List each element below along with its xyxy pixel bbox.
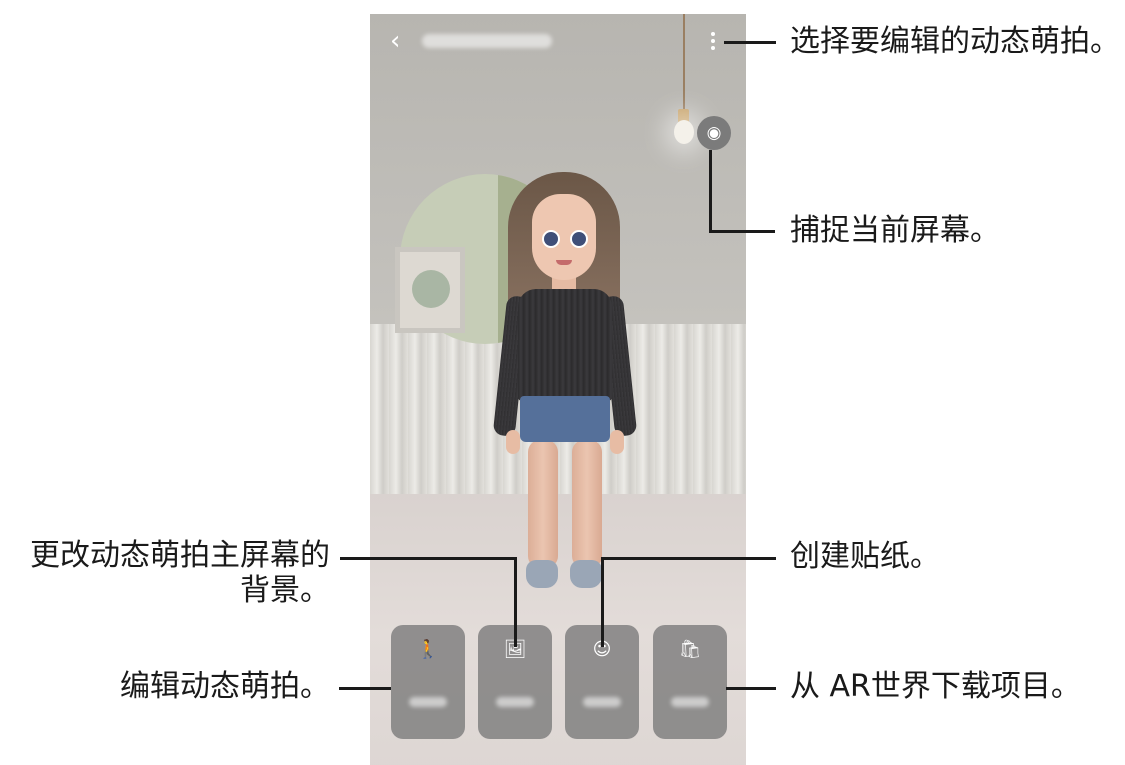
leader-line-capture-h xyxy=(709,230,775,233)
more-options-icon[interactable] xyxy=(710,32,716,52)
leader-line-sticker-h xyxy=(601,557,776,560)
leader-line-download xyxy=(726,687,776,690)
avatar-right-hand xyxy=(610,430,624,454)
leader-line-background-h xyxy=(340,557,516,560)
leader-line-more xyxy=(724,41,776,44)
leader-line-background-v xyxy=(514,557,517,647)
avatar-right-shoe xyxy=(570,560,602,588)
avatar-right-eye xyxy=(570,230,588,248)
leader-line-capture-v xyxy=(709,150,712,232)
edit-avatar-label xyxy=(409,697,447,707)
avatar-sweater xyxy=(518,289,612,401)
person-icon: 🚶 xyxy=(416,639,440,660)
ar-emoji-avatar xyxy=(490,164,640,614)
picture-frame xyxy=(395,247,465,333)
avatar-left-hand xyxy=(506,430,520,454)
callout-capture: 捕捉当前屏幕。 xyxy=(790,213,1000,248)
avatar-left-leg xyxy=(528,440,558,568)
callout-background-line1: 更改动态萌拍主屏幕的 xyxy=(30,538,330,573)
avatar-shorts xyxy=(520,396,610,442)
leader-line-sticker-v xyxy=(601,557,604,647)
edit-avatar-button[interactable]: 🚶 xyxy=(391,625,465,739)
avatar-left-shoe xyxy=(526,560,558,588)
screen-title xyxy=(422,34,552,48)
callout-background-line2: 背景。 xyxy=(240,573,330,608)
callout-more-options: 选择要编辑的动态萌拍。 xyxy=(790,24,1120,59)
callout-edit: 编辑动态萌拍。 xyxy=(120,669,330,704)
callout-sticker: 创建贴纸。 xyxy=(790,539,940,574)
callout-download: 从 AR世界下载项目。 xyxy=(790,669,1081,704)
avatar-mouth xyxy=(556,260,572,265)
capture-screen-icon[interactable]: ◉ xyxy=(697,116,731,150)
light-bulb xyxy=(674,120,694,144)
download-items-button[interactable]: 🛍 xyxy=(653,625,727,739)
download-label xyxy=(671,697,709,707)
avatar-right-leg xyxy=(572,440,602,568)
sticker-label xyxy=(583,697,621,707)
background-label xyxy=(496,697,534,707)
avatar-face xyxy=(532,194,596,280)
avatar-left-eye xyxy=(542,230,560,248)
back-chevron-icon[interactable]: ‹ xyxy=(390,28,400,54)
leader-line-edit xyxy=(339,687,391,690)
shopping-bag-icon: 🛍 xyxy=(678,639,702,660)
lamp-cord xyxy=(683,14,685,112)
